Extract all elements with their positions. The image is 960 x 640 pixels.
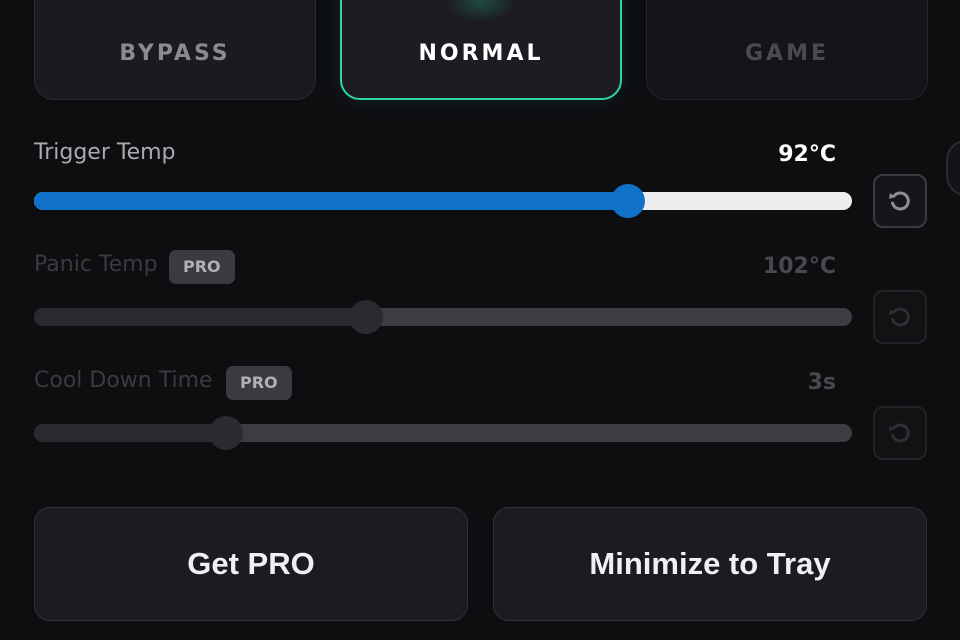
cool-down-time-reset-button[interactable] — [873, 406, 927, 460]
panic-temp-pro-badge: PRO — [169, 250, 235, 284]
mode-game-card[interactable]: GAME — [646, 0, 928, 100]
panic-temp-slider-fill — [34, 308, 367, 326]
panic-temp-label: Panic Temp — [34, 252, 158, 277]
reset-icon — [889, 307, 910, 327]
panic-temp-reset-button[interactable] — [873, 290, 927, 344]
trigger-temp-slider[interactable] — [34, 184, 852, 218]
trigger-temp-value: 92°C — [778, 142, 836, 167]
cool-down-time-slider-fill — [34, 424, 227, 442]
reset-icon — [889, 191, 910, 211]
cool-down-time-pro-badge: PRO — [226, 366, 292, 400]
trigger-temp-label: Trigger Temp — [34, 140, 176, 165]
cool-down-time-slider[interactable] — [34, 416, 852, 450]
mode-bypass-card[interactable]: BYPASS — [34, 0, 316, 100]
trigger-temp-slider-thumb[interactable] — [610, 184, 645, 218]
panic-temp-slider-thumb[interactable] — [349, 300, 384, 334]
trigger-temp-reset-button[interactable] — [873, 174, 927, 228]
cool-down-time-label: Cool Down Time — [34, 368, 213, 393]
cool-down-time-slider-thumb[interactable] — [209, 416, 244, 450]
cool-down-time-value: 3s — [807, 370, 836, 395]
shield-glow — [446, 0, 516, 22]
mode-game-label: GAME — [744, 41, 829, 66]
panic-temp-slider[interactable] — [34, 300, 852, 334]
reset-icon — [889, 423, 910, 443]
mode-normal-card[interactable]: NORMAL — [340, 0, 622, 100]
side-panel-handle[interactable] — [946, 140, 960, 196]
mode-normal-label: NORMAL — [418, 41, 544, 66]
get-pro-button[interactable]: Get PRO — [34, 507, 468, 621]
trigger-temp-slider-fill — [34, 192, 628, 210]
app-window: BYPASS NORMAL GAME Trigger Temp 92°C Pan… — [0, 0, 960, 640]
panic-temp-value: 102°C — [762, 254, 836, 279]
mode-bypass-label: BYPASS — [119, 41, 231, 66]
minimize-to-tray-button[interactable]: Minimize to Tray — [493, 507, 927, 621]
